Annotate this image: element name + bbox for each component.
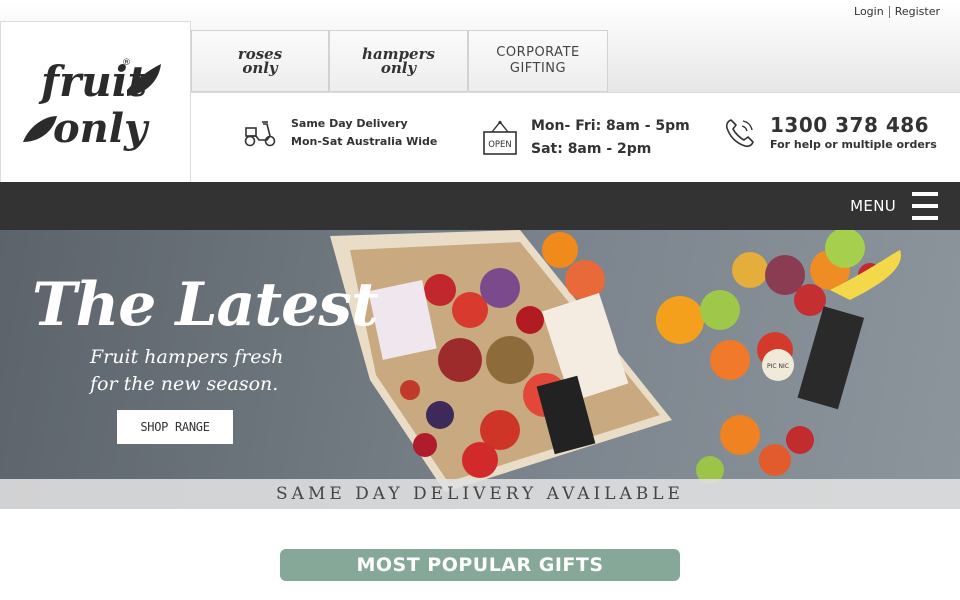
phone-number[interactable]: 1300 378 486 bbox=[770, 113, 937, 137]
hampers-only-logo: hampers only bbox=[362, 47, 435, 77]
logo-registered-mark: ® bbox=[122, 58, 131, 68]
hours-line1: Mon- Fri: 8am - 5pm bbox=[531, 118, 690, 134]
hamburger-icon bbox=[912, 191, 938, 221]
phone-text: 1300 378 486 For help or multiple orders bbox=[770, 113, 937, 153]
tab-roses-only[interactable]: roses only bbox=[191, 30, 329, 92]
hero-subtitle-line1: Fruit hampers fresh bbox=[90, 346, 284, 368]
hero-banner[interactable]: PIC NIC The Latest Fruit hampers fresh f… bbox=[0, 230, 960, 509]
delivery-line1: Same Day Delivery bbox=[291, 117, 408, 130]
fruit-cluster-bottom bbox=[696, 415, 814, 484]
auth-links: Login Register bbox=[854, 5, 940, 18]
logo-leaf-left bbox=[23, 116, 57, 142]
picnic-tag-text: PIC NIC bbox=[767, 363, 789, 370]
login-link[interactable]: Login bbox=[854, 5, 884, 18]
scooter-icon bbox=[244, 121, 276, 147]
logo-word-only: only bbox=[53, 105, 150, 152]
corporate-line2: GIFTING bbox=[509, 61, 567, 76]
hero-fruit-image: PIC NIC bbox=[330, 230, 901, 492]
hampers-only-line2: only bbox=[380, 59, 417, 77]
hero-title: The Latest bbox=[32, 270, 379, 340]
phone-subtext: For help or multiple orders bbox=[770, 138, 937, 151]
shop-range-button[interactable]: SHOP RANGE bbox=[117, 410, 233, 444]
main-nav-bar: MENU bbox=[0, 182, 960, 230]
register-link[interactable]: Register bbox=[895, 5, 940, 18]
open-sign-icon: OPEN bbox=[483, 120, 517, 155]
most-popular-gifts-heading[interactable]: MOST POPULAR GIFTS bbox=[280, 549, 680, 581]
roses-only-line2: only bbox=[242, 59, 278, 77]
hero-subtitle-line2: for the new season. bbox=[90, 373, 279, 395]
menu-button[interactable]: MENU bbox=[850, 191, 938, 221]
roses-only-logo: roses only bbox=[238, 47, 282, 77]
same-day-delivery-text: SAME DAY DELIVERY AVAILABLE bbox=[276, 484, 684, 504]
delivery-line2: Mon-Sat Australia Wide bbox=[291, 135, 438, 148]
delivery-text: Same Day Delivery Mon-Sat Australia Wide bbox=[291, 115, 437, 151]
hours-info: OPEN Mon- Fri: 8am - 5pm Sat: 8am - 2pm bbox=[483, 115, 690, 161]
phone-icon bbox=[725, 119, 754, 148]
olive-jar-pack bbox=[797, 306, 865, 410]
info-row: Same Day Delivery Mon-Sat Australia Wide… bbox=[191, 92, 960, 182]
phone-info[interactable]: 1300 378 486 For help or multiple orders bbox=[724, 113, 937, 153]
open-sign-text: OPEN bbox=[488, 140, 512, 150]
logo-panel[interactable]: fruit only ® bbox=[0, 21, 191, 182]
corporate-line1: CORPORATE bbox=[496, 45, 580, 60]
same-day-delivery-strip: SAME DAY DELIVERY AVAILABLE bbox=[0, 479, 960, 509]
hours-line2: Sat: 8am - 2pm bbox=[531, 141, 652, 157]
delivery-info: Same Day Delivery Mon-Sat Australia Wide bbox=[243, 115, 437, 151]
hours-text: Mon- Fri: 8am - 5pm Sat: 8am - 2pm bbox=[531, 115, 690, 161]
tab-hampers-only[interactable]: hampers only bbox=[329, 30, 468, 92]
menu-label: MENU bbox=[850, 197, 896, 215]
fruit-only-logo: fruit only bbox=[23, 57, 161, 152]
corporate-gifting-label: CORPORATE GIFTING bbox=[496, 45, 579, 77]
auth-divider bbox=[888, 5, 890, 18]
tab-corporate-gifting[interactable]: CORPORATE GIFTING bbox=[468, 30, 608, 92]
hero-subtitle: Fruit hampers fresh for the new season. bbox=[90, 344, 283, 398]
